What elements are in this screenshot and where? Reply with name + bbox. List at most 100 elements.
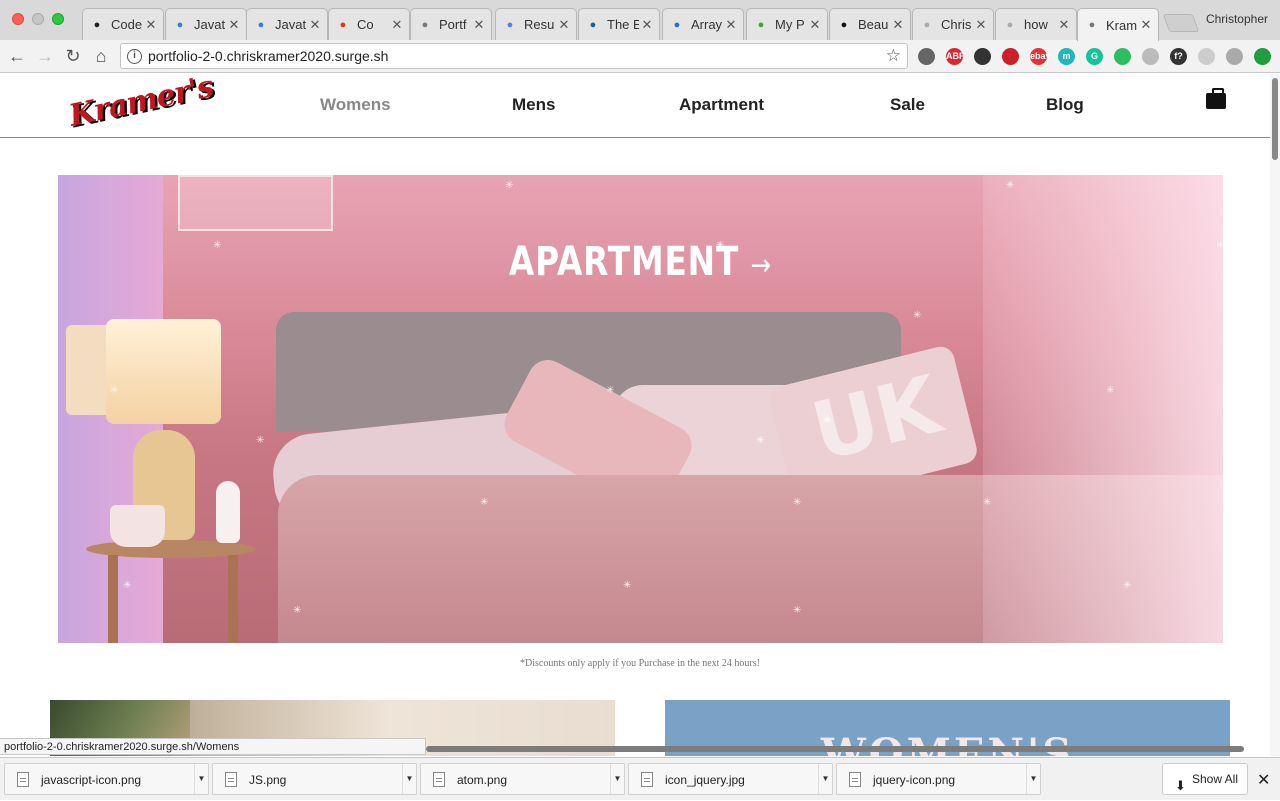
download-item[interactable]: icon_jquery.jpg ▼ bbox=[628, 763, 833, 795]
close-tab-icon[interactable]: ✕ bbox=[1058, 17, 1070, 33]
snowflake-icon: ✳ bbox=[623, 580, 632, 591]
close-tab-icon[interactable]: ✕ bbox=[1140, 17, 1152, 33]
browser-tab-title: Array bbox=[691, 17, 723, 32]
browser-tab[interactable]: ● Beau ✕ bbox=[829, 8, 911, 40]
horizontal-scrollbar[interactable] bbox=[426, 746, 1244, 752]
font-icon[interactable]: f? bbox=[1170, 48, 1187, 65]
hero-title[interactable]: APARTMENT → bbox=[163, 239, 1118, 285]
close-tab-icon[interactable]: ✕ bbox=[309, 17, 321, 33]
close-tab-icon[interactable]: ✕ bbox=[809, 17, 821, 33]
browser-tab-title: how bbox=[1024, 17, 1048, 32]
card-womens-title: WOMEN'S bbox=[820, 730, 1075, 756]
site-info-icon[interactable]: i bbox=[127, 49, 142, 64]
browser-tab-title: Resu bbox=[524, 17, 555, 32]
evernote-icon[interactable] bbox=[1114, 48, 1131, 65]
upload-icon[interactable] bbox=[1254, 48, 1271, 65]
file-icon bbox=[849, 772, 861, 787]
snowflake-icon: ✳ bbox=[256, 435, 265, 446]
close-tab-icon[interactable]: ✕ bbox=[725, 17, 737, 33]
home-icon[interactable]: ⌂ bbox=[90, 45, 112, 67]
back-arrow-icon[interactable]: ← bbox=[6, 45, 28, 67]
ebay-icon[interactable]: ebay bbox=[1030, 48, 1051, 65]
minimize-window-button[interactable] bbox=[32, 13, 44, 25]
chevron-down-icon[interactable]: ▼ bbox=[1026, 764, 1040, 794]
browser-tab-strip: ● Code ✕ ● Javat ✕ ● Javat ✕ ● Co ✕ ● Portf ✕ ● Resu ✕ ● Th… bbox=[0, 0, 1280, 41]
chevron-down-icon[interactable]: ▼ bbox=[402, 764, 416, 794]
address-bar[interactable]: i portfolio-2-0.chriskramer2020.surge.sh… bbox=[120, 43, 908, 69]
close-tab-icon[interactable]: ✕ bbox=[892, 17, 904, 33]
close-tab-icon[interactable]: ✕ bbox=[641, 17, 653, 33]
close-icon[interactable]: ✕ bbox=[1257, 770, 1270, 790]
vertical-scrollbar-thumb[interactable] bbox=[1272, 78, 1278, 160]
browser-tab[interactable]: ● Resu ✕ bbox=[495, 8, 577, 40]
codepen-icon: ● bbox=[93, 18, 101, 31]
page-viewport: Kramer's Womens Mens Apartment Sale Blog… bbox=[0, 74, 1280, 756]
adblock-icon[interactable]: ABP bbox=[946, 48, 965, 65]
snowflake-icon: ✳ bbox=[1123, 580, 1132, 591]
reload-icon[interactable]: ↻ bbox=[62, 45, 84, 67]
pattern-icon[interactable] bbox=[1142, 48, 1159, 65]
m-icon[interactable]: m bbox=[1058, 48, 1075, 65]
close-tab-icon[interactable]: ✕ bbox=[145, 17, 157, 33]
nav-womens[interactable]: Womens bbox=[320, 95, 391, 115]
shopping-bag-icon[interactable] bbox=[1206, 88, 1226, 109]
close-tab-icon[interactable]: ✕ bbox=[473, 17, 485, 33]
browser-tab[interactable]: ● Array ✕ bbox=[662, 8, 744, 40]
maximize-window-button[interactable] bbox=[52, 13, 64, 25]
download-filename: atom.png bbox=[457, 773, 508, 787]
forward-arrow-icon[interactable]: → bbox=[34, 45, 56, 67]
close-tab-icon[interactable]: ✕ bbox=[391, 17, 403, 33]
download-item[interactable]: JS.png ▼ bbox=[212, 763, 417, 795]
show-all-downloads-button[interactable]: ⬇ Show All bbox=[1162, 763, 1248, 795]
browser-tab[interactable]: ● Chris ✕ bbox=[912, 8, 994, 40]
hero-apartment-banner[interactable]: UK ✳✳✳✳✳✳✳✳✳✳✳✳✳✳✳✳✳✳✳✳✳ APARTMENT→ bbox=[58, 175, 1223, 643]
browser-tab[interactable]: ● Portf ✕ bbox=[410, 8, 492, 40]
browser-tab[interactable]: ● how ✕ bbox=[995, 8, 1077, 40]
chevron-down-icon[interactable]: ▼ bbox=[610, 764, 624, 794]
browser-tab-title: Chris bbox=[941, 17, 972, 32]
browser-tab[interactable]: ● Javat ✕ bbox=[165, 8, 247, 40]
browser-tab[interactable]: ● My P ✕ bbox=[746, 8, 828, 40]
download-item[interactable]: jquery-icon.png ▼ bbox=[836, 763, 1041, 795]
vertical-scrollbar[interactable] bbox=[1270, 74, 1280, 756]
cast-icon[interactable] bbox=[918, 48, 935, 65]
browser-tab-title: Beau bbox=[858, 17, 889, 32]
close-tab-icon[interactable]: ✕ bbox=[228, 17, 240, 33]
address-url[interactable]: portfolio-2-0.chriskramer2020.surge.sh bbox=[148, 48, 388, 64]
browser-tab[interactable]: ● The E ✕ bbox=[578, 8, 660, 40]
snowflake-icon: ✳ bbox=[123, 580, 132, 591]
drop-icon[interactable] bbox=[1198, 48, 1215, 65]
code-icon: ● bbox=[176, 18, 184, 31]
close-tab-icon[interactable]: ✕ bbox=[558, 17, 570, 33]
nav-blog[interactable]: Blog bbox=[1046, 95, 1084, 115]
bookmark-star-icon[interactable]: ☆ bbox=[886, 46, 901, 66]
close-window-button[interactable] bbox=[12, 13, 24, 25]
site-logo[interactable]: Kramer's bbox=[66, 74, 216, 134]
nav-apartment[interactable]: Apartment bbox=[679, 95, 764, 115]
browser-tab[interactable]: ● Kram ✕ bbox=[1077, 8, 1159, 41]
new-tab-button[interactable] bbox=[1162, 14, 1200, 32]
snowflake-icon: ✳ bbox=[1216, 240, 1223, 251]
profile-name[interactable]: Christopher bbox=[1206, 12, 1268, 26]
download-item[interactable]: javascript-icon.png ▼ bbox=[4, 763, 209, 795]
close-tab-icon[interactable]: ✕ bbox=[975, 17, 987, 33]
show-all-label: Show All bbox=[1191, 772, 1238, 786]
arrow-right-icon: → bbox=[750, 248, 773, 283]
nav-sale[interactable]: Sale bbox=[890, 95, 925, 115]
browser-tab[interactable]: ● Co ✕ bbox=[328, 8, 410, 40]
buffer-icon[interactable] bbox=[974, 48, 991, 65]
hero-table-leg bbox=[108, 555, 118, 643]
download-filename: jquery-icon.png bbox=[873, 773, 956, 787]
chevron-down-icon[interactable]: ▼ bbox=[194, 764, 208, 794]
browser-tab[interactable]: ● Javat ✕ bbox=[246, 8, 328, 40]
pinterest-icon[interactable] bbox=[1002, 48, 1019, 65]
browser-tab-title: Code bbox=[111, 17, 143, 32]
tag-icon[interactable] bbox=[1226, 48, 1243, 65]
nav-mens[interactable]: Mens bbox=[512, 95, 555, 115]
browser-tab[interactable]: ● Code ✕ bbox=[82, 8, 164, 40]
snowflake-icon: ✳ bbox=[1006, 180, 1015, 191]
download-item[interactable]: atom.png ▼ bbox=[420, 763, 625, 795]
grammarly-icon[interactable]: G bbox=[1086, 48, 1103, 65]
chevron-down-icon[interactable]: ▼ bbox=[818, 764, 832, 794]
download-filename: icon_jquery.jpg bbox=[665, 773, 745, 787]
